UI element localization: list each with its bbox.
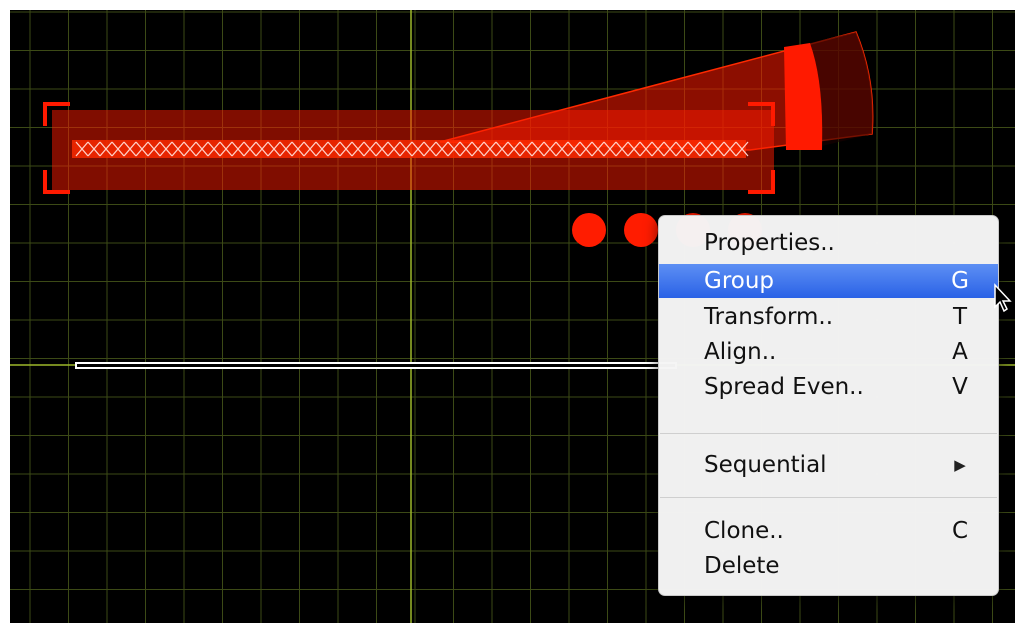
menu-label: Delete xyxy=(704,553,780,579)
menu-separator xyxy=(660,433,997,434)
menu-shortcut: C xyxy=(951,518,969,544)
menu-label: Group xyxy=(704,268,775,294)
context-menu: Properties.. Group G Transform.. T Align… xyxy=(658,215,999,596)
menu-shortcut: A xyxy=(952,339,968,365)
menu-item-spread-even[interactable]: Spread Even.. V xyxy=(659,370,998,404)
wrench-icon[interactable] xyxy=(624,213,658,247)
menu-label: Transform.. xyxy=(704,304,834,330)
selected-light-fixture[interactable] xyxy=(52,31,874,190)
triangle-right-icon: ▶ xyxy=(954,456,966,474)
arrow-cursor-icon xyxy=(994,283,1012,313)
menu-label: Clone.. xyxy=(704,518,784,544)
menu-item-align[interactable]: Align.. A xyxy=(659,335,998,369)
menu-label: Spread Even.. xyxy=(704,374,864,400)
menu-item-group[interactable]: Group G xyxy=(659,264,998,298)
menu-separator xyxy=(660,497,997,498)
menu-item-properties[interactable]: Properties.. xyxy=(659,226,998,260)
menu-label: Properties.. xyxy=(704,230,835,256)
menu-label: Align.. xyxy=(704,339,777,365)
menu-item-delete[interactable]: Delete xyxy=(659,549,998,583)
menu-shortcut: V xyxy=(952,374,968,400)
menu-shortcut: G xyxy=(951,268,969,294)
menu-label: Sequential xyxy=(704,452,827,478)
move-icon[interactable] xyxy=(572,213,606,247)
menu-item-transform[interactable]: Transform.. T xyxy=(659,300,998,334)
menu-item-clone[interactable]: Clone.. C xyxy=(659,514,998,548)
line-object[interactable] xyxy=(75,362,677,369)
menu-shortcut: T xyxy=(952,304,968,330)
menu-item-sequential[interactable]: Sequential ▶ xyxy=(659,448,998,482)
